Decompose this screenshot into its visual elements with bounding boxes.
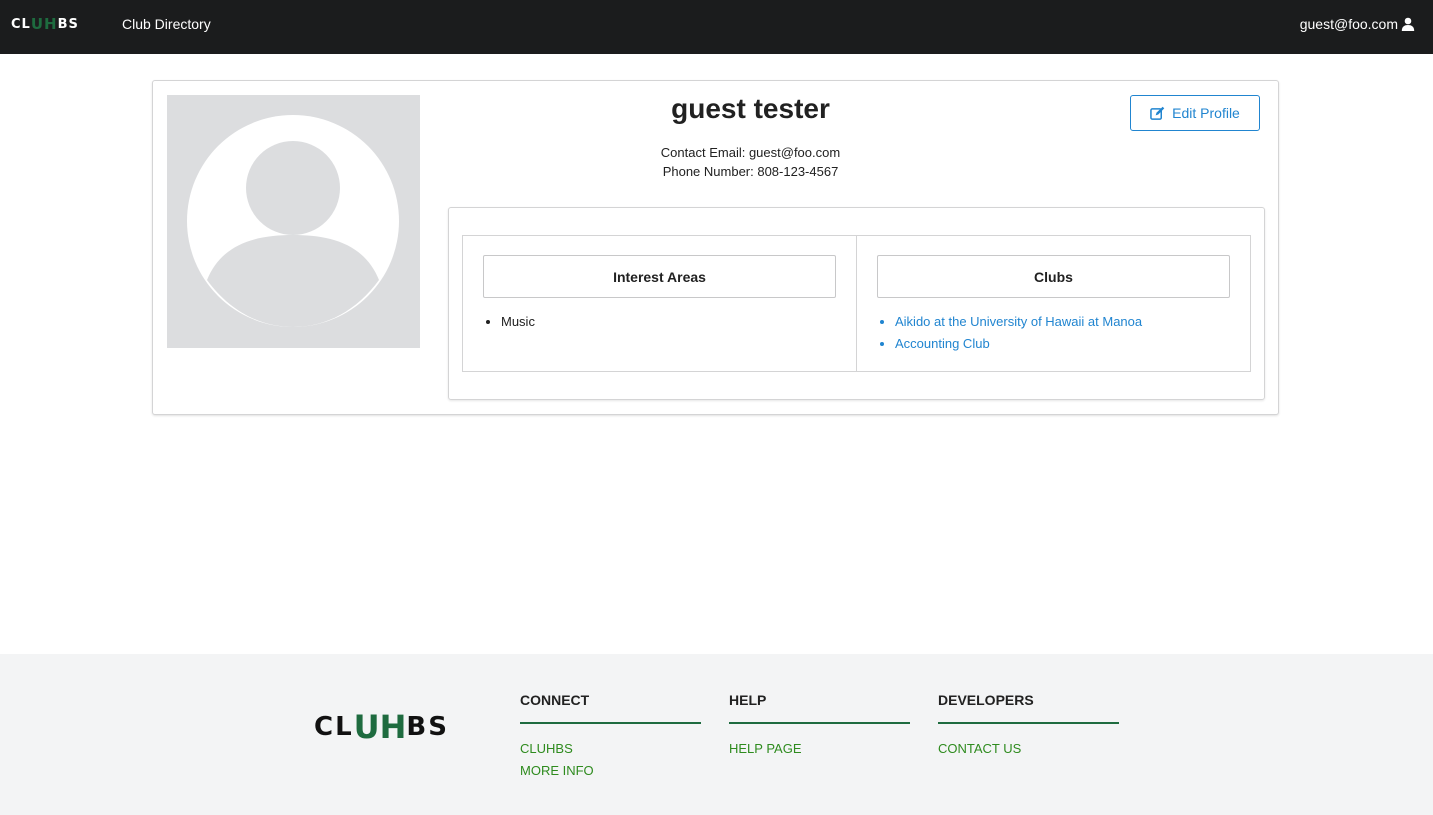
footer-developers-column: DEVELOPERS CONTACT US [938, 692, 1119, 760]
footer-logo: CL UH BS [314, 708, 449, 746]
footer-connect-title: CONNECT [520, 692, 701, 724]
interest-item: Music [501, 311, 535, 333]
navbar-logo[interactable]: CL UH BS [11, 14, 79, 34]
avatar-placeholder-icon [187, 115, 399, 327]
navbar-logo-right: BS [57, 16, 79, 32]
interest-areas-header: Interest Areas [483, 255, 836, 298]
footer-logo-left: CL [314, 712, 354, 742]
interest-areas-column: Interest Areas Music [463, 236, 856, 371]
edit-profile-button[interactable]: Edit Profile [1130, 95, 1260, 131]
club-list: Aikido at the University of Hawaii at Ma… [895, 311, 1142, 355]
avatar [167, 95, 420, 348]
clubs-header: Clubs [877, 255, 1230, 298]
footer-help-title: HELP [729, 692, 910, 724]
profile-details-segment: Interest Areas Music Clubs Aikido at the… [448, 207, 1265, 400]
interest-list: Music [501, 311, 535, 333]
club-link[interactable]: Aikido at the University of Hawaii at Ma… [895, 311, 1142, 333]
contact-info: Contact Email: guest@foo.com Phone Numbe… [573, 143, 928, 181]
footer-link-contact-us[interactable]: CONTACT US [938, 738, 1119, 760]
edit-icon [1150, 106, 1165, 120]
footer-logo-mid: UH [353, 708, 407, 746]
footer-logo-right: BS [406, 712, 449, 742]
profile-details-grid: Interest Areas Music Clubs Aikido at the… [462, 235, 1251, 372]
footer-link-more-info[interactable]: MORE INFO [520, 760, 701, 782]
footer-link-help-page[interactable]: HELP PAGE [729, 738, 910, 760]
footer-connect-column: CONNECT CLUHBS MORE INFO [520, 692, 701, 782]
top-navbar: CL UH BS Club Directory guest@foo.com [0, 0, 1433, 54]
edit-profile-label: Edit Profile [1172, 105, 1240, 121]
footer: CL UH BS CONNECT CLUHBS MORE INFO HELP HEL… [0, 654, 1433, 815]
profile-card: guest tester Edit Profile Contact Email:… [152, 80, 1279, 415]
footer-developers-title: DEVELOPERS [938, 692, 1119, 724]
club-link[interactable]: Accounting Club [895, 333, 1142, 355]
clubs-column: Clubs Aikido at the University of Hawaii… [856, 236, 1250, 371]
footer-link-cluhbs[interactable]: CLUHBS [520, 738, 701, 760]
footer-help-column: HELP HELP PAGE [729, 692, 910, 760]
navbar-logo-left: CL [11, 16, 31, 32]
contact-email: Contact Email: guest@foo.com [660, 145, 841, 160]
navbar-logo-mid: UH [30, 15, 58, 33]
user-icon [1401, 17, 1415, 31]
user-email: guest@foo.com [1299, 16, 1398, 32]
user-menu[interactable]: guest@foo.com [1300, 16, 1415, 32]
profile-name: guest tester [671, 93, 830, 124]
club-directory-link[interactable]: Club Directory [122, 16, 211, 32]
phone-number: Phone Number: 808-123-4567 [662, 164, 839, 179]
